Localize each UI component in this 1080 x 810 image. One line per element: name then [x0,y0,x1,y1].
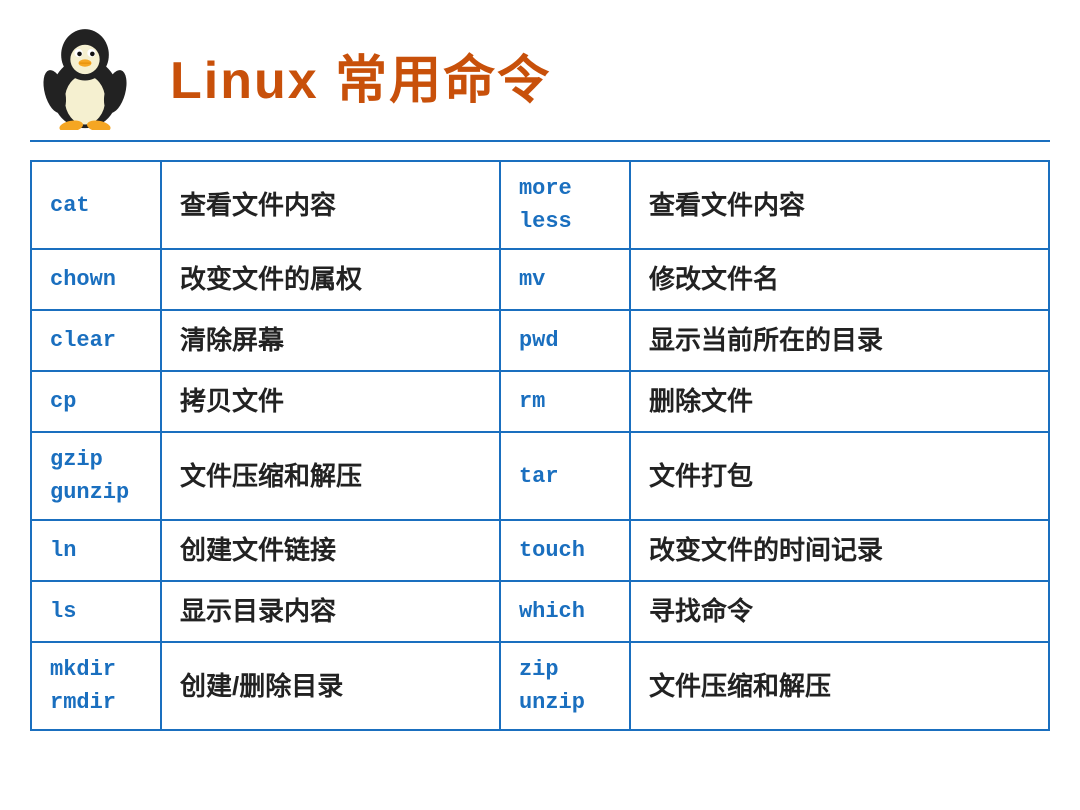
right-cmd: tar [500,432,630,520]
left-cmd: ln [31,520,161,581]
right-cmd: more less [500,161,630,249]
commands-table: cat查看文件内容more less查看文件内容chown改变文件的属权mv修改… [30,160,1050,731]
page: Linux 常用命令 cat查看文件内容more less查看文件内容chown… [0,0,1080,810]
table-row: ln创建文件链接touch改变文件的时间记录 [31,520,1049,581]
left-cmd: cp [31,371,161,432]
right-desc: 查看文件内容 [630,161,1049,249]
right-desc: 文件打包 [630,432,1049,520]
right-desc: 修改文件名 [630,249,1049,310]
left-desc: 显示目录内容 [161,581,500,642]
table-container: cat查看文件内容more less查看文件内容chown改变文件的属权mv修改… [30,160,1050,731]
left-cmd: cat [31,161,161,249]
table-row: mkdir rmdir创建/删除目录zip unzip文件压缩和解压 [31,642,1049,730]
left-cmd: ls [31,581,161,642]
right-cmd: rm [500,371,630,432]
tux-logo [30,20,140,130]
table-row: chown改变文件的属权mv修改文件名 [31,249,1049,310]
right-cmd: pwd [500,310,630,371]
left-desc: 文件压缩和解压 [161,432,500,520]
table-row: cp拷贝文件rm删除文件 [31,371,1049,432]
right-cmd: mv [500,249,630,310]
left-cmd: clear [31,310,161,371]
right-desc: 改变文件的时间记录 [630,520,1049,581]
left-desc: 查看文件内容 [161,161,500,249]
right-cmd: touch [500,520,630,581]
left-cmd: chown [31,249,161,310]
left-desc: 创建文件链接 [161,520,500,581]
right-desc: 文件压缩和解压 [630,642,1049,730]
left-desc: 创建/删除目录 [161,642,500,730]
left-cmd: gzip gunzip [31,432,161,520]
right-desc: 删除文件 [630,371,1049,432]
right-cmd: which [500,581,630,642]
left-desc: 拷贝文件 [161,371,500,432]
right-cmd: zip unzip [500,642,630,730]
right-desc: 寻找命令 [630,581,1049,642]
left-desc: 改变文件的属权 [161,249,500,310]
table-row: gzip gunzip文件压缩和解压tar文件打包 [31,432,1049,520]
page-title: Linux 常用命令 [170,38,551,113]
header: Linux 常用命令 [30,20,1050,142]
left-desc: 清除屏幕 [161,310,500,371]
table-row: ls显示目录内容which寻找命令 [31,581,1049,642]
left-cmd: mkdir rmdir [31,642,161,730]
table-row: cat查看文件内容more less查看文件内容 [31,161,1049,249]
table-row: clear清除屏幕pwd显示当前所在的目录 [31,310,1049,371]
right-desc: 显示当前所在的目录 [630,310,1049,371]
